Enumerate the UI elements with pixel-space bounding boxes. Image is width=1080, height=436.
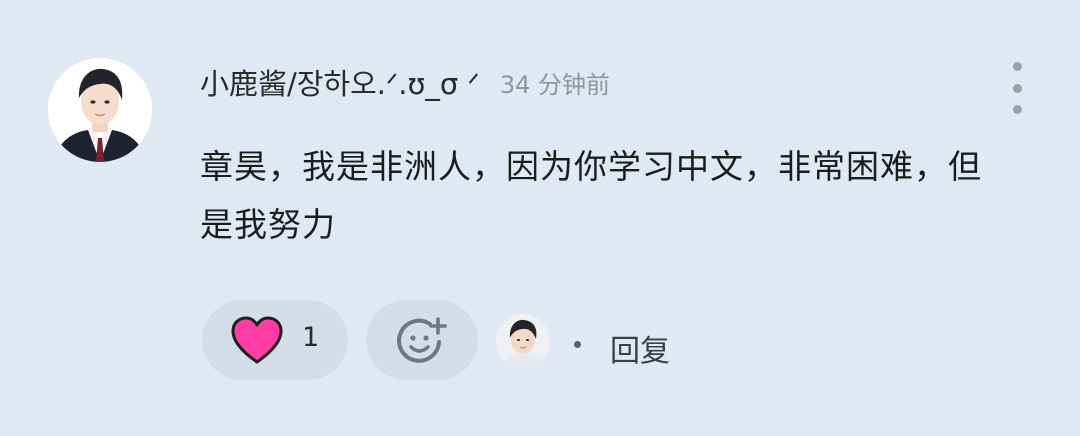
more-vertical-icon-dot bbox=[1012, 83, 1022, 93]
heart-icon bbox=[231, 316, 283, 364]
comment-text: 章昊，我是非洲人，因为你学习中文，非常困难，但是我努力 bbox=[200, 147, 982, 244]
reply-button[interactable]: 回复 bbox=[610, 326, 670, 370]
like-count: 1 bbox=[302, 322, 320, 353]
reply-user-avatar[interactable] bbox=[496, 314, 550, 368]
user-avatar[interactable] bbox=[48, 58, 152, 162]
avatar-portrait bbox=[48, 58, 152, 162]
more-vertical-icon bbox=[1012, 62, 1022, 71]
timestamp: 34 分钟前 bbox=[499, 70, 610, 99]
separator-dot bbox=[574, 341, 581, 348]
more-options-button[interactable] bbox=[1002, 62, 1032, 114]
like-button[interactable]: 1 bbox=[202, 300, 348, 380]
comment-header: 小鹿酱/장하오.ᐟ.ʊ_σ ᐟ 34 分钟前 bbox=[200, 58, 610, 106]
add-reaction-button[interactable] bbox=[366, 300, 478, 380]
more-vertical-icon-dot bbox=[1012, 105, 1022, 114]
username[interactable]: 小鹿酱/장하오.ᐟ.ʊ_σ ᐟ bbox=[200, 61, 480, 103]
reply-avatar-portrait bbox=[496, 314, 550, 368]
comment-item: 小鹿酱/장하오.ᐟ.ʊ_σ ᐟ 34 分钟前 章昊，我是非洲人，因为你学习中文，… bbox=[0, 0, 1080, 436]
add-reaction-icon bbox=[397, 317, 447, 363]
